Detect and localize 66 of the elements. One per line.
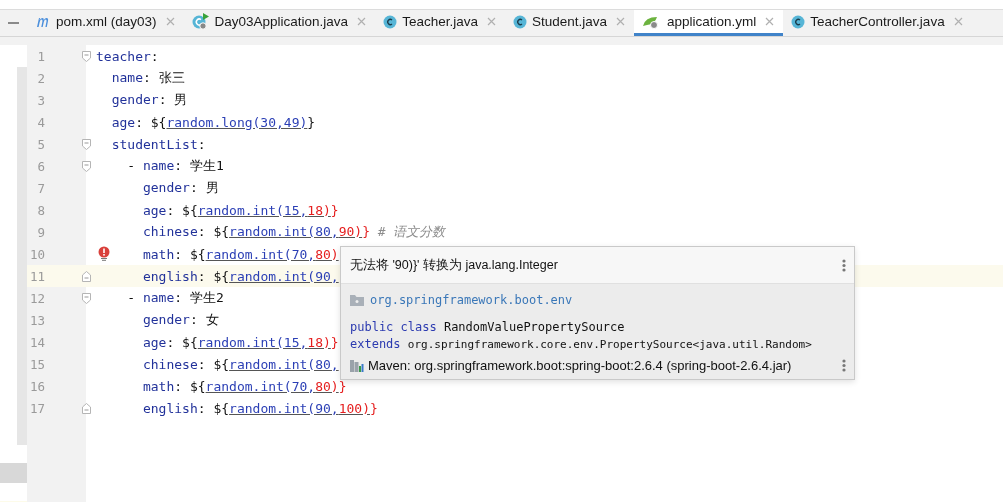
library-icon <box>350 359 364 372</box>
code-line: teacher: <box>96 48 159 64</box>
line-number: 12 <box>28 290 45 306</box>
line-number: 4 <box>36 114 45 130</box>
class-icon <box>191 13 210 30</box>
line-number: 9 <box>36 224 45 240</box>
class-icon <box>512 14 527 29</box>
folder-icon <box>350 294 364 306</box>
code-line: math: ${random.int(70,80) <box>142 246 339 262</box>
fold-icon[interactable] <box>82 160 91 172</box>
line-number: 8 <box>36 202 45 218</box>
code-line: age: ${random.int(15,18)} <box>142 202 339 218</box>
editor-tab[interactable]: TeacherController.java <box>783 10 972 36</box>
more-icon[interactable] <box>842 258 846 272</box>
close-icon[interactable] <box>765 17 775 26</box>
code-line: chinese: ${random.int(80,90)} # 语文分数 <box>142 223 446 241</box>
fold-icon[interactable] <box>82 50 91 62</box>
code-line: english: ${random.int(90,100)} <box>142 400 378 416</box>
class-icon <box>383 14 398 29</box>
code-line: name: 张三 <box>111 69 185 87</box>
fold-icon[interactable] <box>82 402 91 414</box>
editor-tab[interactable]: Student.java <box>504 10 634 36</box>
close-icon[interactable] <box>953 17 963 26</box>
line-number: 15 <box>28 356 45 372</box>
line-number: 7 <box>36 180 45 196</box>
code-line: math: ${random.int(70,80)} <box>142 378 347 394</box>
code-line: - name: 学生2 <box>127 289 224 307</box>
code-line: english: ${random.int(90, <box>142 268 339 284</box>
line-number: 1 <box>36 48 45 64</box>
close-icon[interactable] <box>357 17 367 26</box>
line-number: 6 <box>36 158 45 174</box>
line-number: 14 <box>28 334 45 350</box>
extends-clause: extends org.springframework.core.env.PropertySource<java.util.Random> <box>349 336 813 353</box>
fold-icon[interactable] <box>82 138 91 150</box>
code-line: studentList: <box>111 136 206 152</box>
class-declaration: public class RandomValuePropertySource <box>349 319 626 336</box>
error-icon[interactable] <box>98 246 110 261</box>
line-number: 13 <box>28 312 45 328</box>
more-icon[interactable] <box>842 359 846 372</box>
code-line: chinese: ${random.int(80, <box>142 356 339 372</box>
editor-tab[interactable]: Teacher.java <box>375 10 505 36</box>
editor-tab[interactable]: Day03Application.java <box>183 10 376 36</box>
error-message: 无法将 '90)}' 转换为 java.lang.Integer <box>350 256 558 274</box>
code-line: gender: 男 <box>111 91 188 109</box>
close-icon[interactable] <box>486 17 496 26</box>
close-icon[interactable] <box>165 17 175 26</box>
code-line: age: ${random.int(15,18)} <box>142 334 339 350</box>
close-icon[interactable] <box>616 17 625 26</box>
line-number: 5 <box>36 136 45 152</box>
code-line: age: ${random.long(30,49)} <box>111 114 316 130</box>
class-icon <box>791 14 806 29</box>
line-number: 11 <box>28 268 45 284</box>
editor-tab[interactable]: application.yml <box>634 10 784 36</box>
code-line: gender: 男 <box>142 179 219 197</box>
fold-icon[interactable] <box>82 270 91 282</box>
code-line: - name: 学生1 <box>127 157 224 175</box>
line-number: 16 <box>28 378 45 394</box>
line-number: 2 <box>36 70 45 86</box>
line-number: 3 <box>36 92 45 108</box>
package-link[interactable]: org.springframework.boot.env <box>370 293 573 307</box>
library-name: Maven: org.springframework.boot:spring-boot:2.6.4 (spring-boot-2.6.4.jar) <box>368 358 793 373</box>
code-line: gender: 女 <box>142 311 219 329</box>
editor-tab[interactable]: pom.xml (day03) <box>27 10 184 36</box>
line-number: 17 <box>28 400 45 416</box>
line-number: 10 <box>28 246 45 262</box>
fold-icon[interactable] <box>82 292 91 304</box>
